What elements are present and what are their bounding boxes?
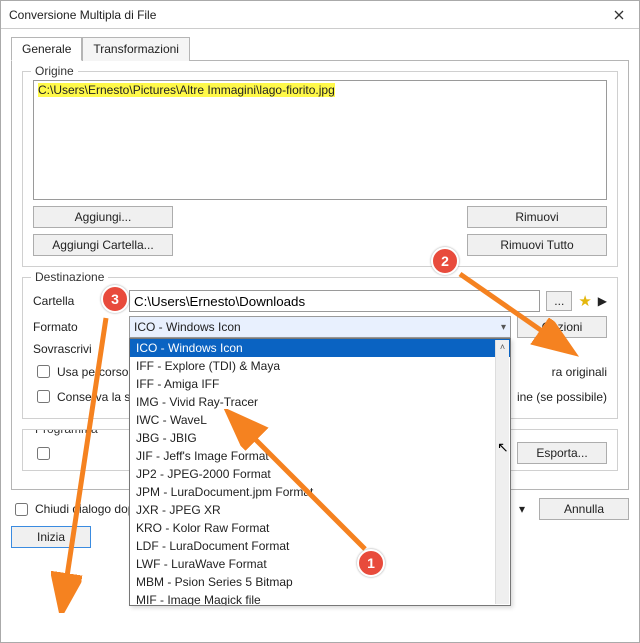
format-option[interactable]: MIF - Image Magick file: [130, 591, 510, 606]
format-combo-wrap: ICO - Windows Icon ▾ ICO - Windows IconI…: [129, 316, 511, 338]
group-destination-title: Destinazione: [31, 270, 108, 284]
origin-file-list[interactable]: C:\Users\Ernesto\Pictures\Altre Immagini…: [33, 80, 607, 200]
format-option[interactable]: IFF - Explore (TDI) & Maya: [130, 357, 510, 375]
tab-general[interactable]: Generale: [11, 37, 82, 61]
window-close-button[interactable]: [599, 1, 639, 29]
overlay-right-text-1: ra originali: [552, 365, 607, 379]
close-icon: [614, 10, 624, 20]
cursor-icon: ↖: [497, 439, 509, 456]
program-run-checkbox[interactable]: [37, 447, 50, 460]
format-option[interactable]: MBM - Psion Series 5 Bitmap: [130, 573, 510, 591]
tab-transform[interactable]: Transformazioni: [82, 37, 190, 61]
dialog-window: Conversione Multipla di File Generale Tr…: [0, 0, 640, 643]
remove-all-button[interactable]: Rimuovi Tutto: [467, 234, 607, 256]
footer-chevron-icon[interactable]: ▾: [515, 502, 529, 516]
callout-badge-1: 1: [357, 549, 385, 577]
callout-arrow-3: [51, 313, 121, 613]
callout-arrow-1: [215, 409, 385, 559]
play-icon[interactable]: ▶: [598, 294, 607, 308]
use-source-path-input[interactable]: [37, 365, 50, 378]
add-file-button[interactable]: Aggiungi...: [33, 206, 173, 228]
export-button[interactable]: Esporta...: [517, 442, 607, 464]
callout-arrow-2: [455, 269, 585, 364]
close-after-input[interactable]: [15, 503, 28, 516]
callout-badge-2: 2: [431, 247, 459, 275]
group-origin-title: Origine: [31, 64, 78, 78]
format-option[interactable]: ICO - Windows Icon: [130, 339, 510, 357]
cancel-button[interactable]: Annulla: [539, 498, 629, 520]
tab-strip: Generale Transformazioni: [11, 36, 629, 60]
origin-file-item[interactable]: C:\Users\Ernesto\Pictures\Altre Immagini…: [38, 83, 335, 97]
window-title: Conversione Multipla di File: [9, 8, 599, 22]
dropdown-scrollbar[interactable]: ˄: [495, 340, 509, 604]
overlay-right-text-2: ine (se possibile): [517, 390, 607, 404]
keep-structure-input[interactable]: [37, 390, 50, 403]
titlebar: Conversione Multipla di File: [1, 1, 639, 29]
format-option[interactable]: IFF - Amiga IFF: [130, 375, 510, 393]
add-folder-button[interactable]: Aggiungi Cartella...: [33, 234, 173, 256]
format-combo[interactable]: ICO - Windows Icon ▾: [129, 316, 511, 338]
format-combo-value: ICO - Windows Icon: [134, 320, 241, 334]
group-origin: Origine C:\Users\Ernesto\Pictures\Altre …: [22, 71, 618, 267]
remove-file-button[interactable]: Rimuovi: [467, 206, 607, 228]
callout-badge-3: 3: [101, 285, 129, 313]
